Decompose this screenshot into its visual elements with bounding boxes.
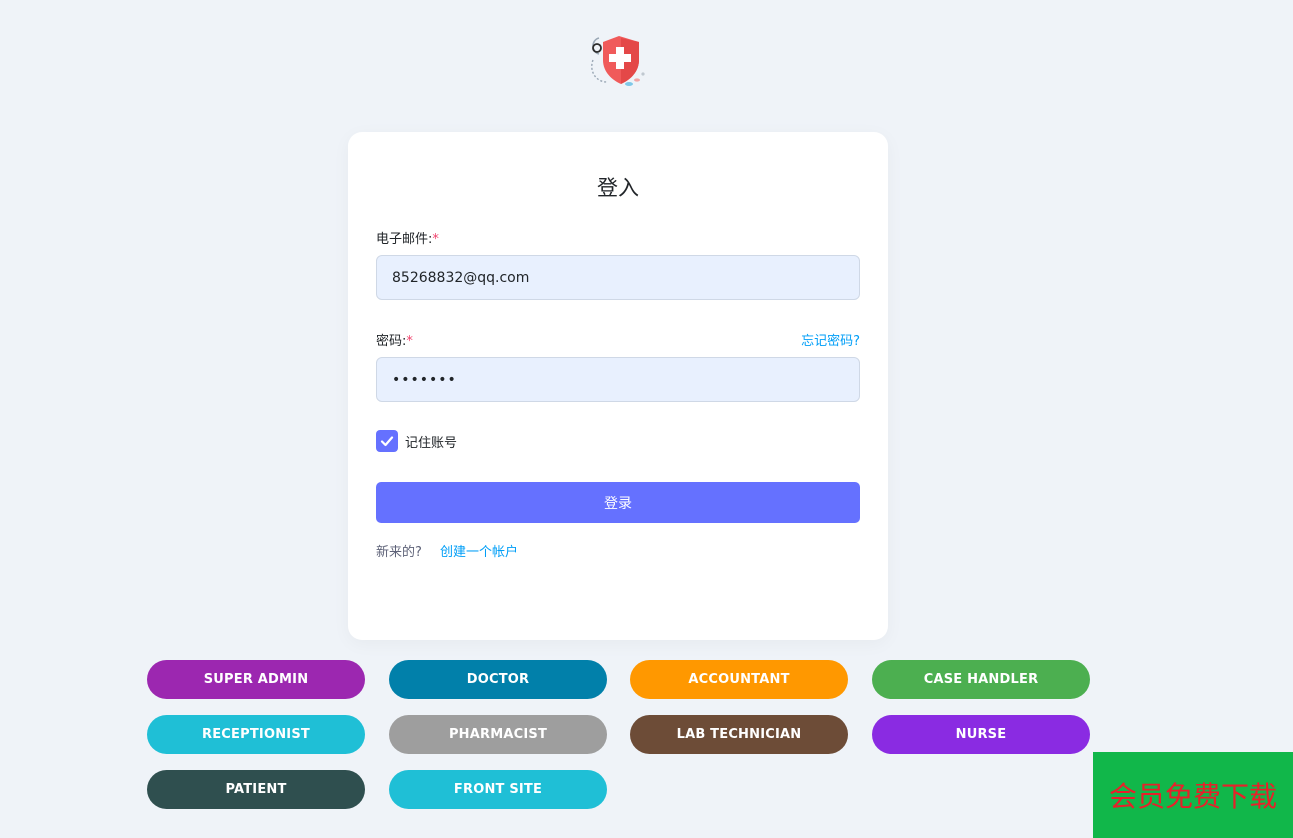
new-user-text: 新来的? <box>376 545 422 560</box>
email-label: 电子邮件:* <box>376 228 439 247</box>
medical-shield-logo <box>585 30 651 92</box>
role-button-nurse[interactable]: NURSE <box>872 715 1090 754</box>
create-account-link[interactable]: 创建一个帐户 <box>440 541 518 560</box>
role-button-front-site[interactable]: FRONT SITE <box>389 770 607 809</box>
download-banner-text: 会员免费下载 <box>1108 780 1277 813</box>
role-button-patient[interactable]: PATIENT <box>147 770 365 809</box>
email-field[interactable] <box>376 255 860 300</box>
email-label-text: 电子邮件: <box>376 232 433 247</box>
password-label: 密码:* <box>376 330 413 349</box>
remember-label: 记住账号 <box>405 436 458 451</box>
download-banner[interactable]: 会员免费下载 <box>1093 752 1293 838</box>
check-icon <box>380 436 394 447</box>
required-mark: * <box>406 334 413 349</box>
page-title: 登入 <box>597 176 639 200</box>
role-button-case-handler[interactable]: CASE HANDLER <box>872 660 1090 699</box>
password-field[interactable] <box>376 357 860 402</box>
required-mark: * <box>432 232 439 247</box>
remember-checkbox[interactable] <box>376 430 398 452</box>
role-button-super-admin[interactable]: SUPER ADMIN <box>147 660 365 699</box>
role-button-lab-technician[interactable]: LAB TECHNICIAN <box>630 715 848 754</box>
role-button-accountant[interactable]: ACCOUNTANT <box>630 660 848 699</box>
login-button[interactable]: 登录 <box>376 482 860 523</box>
password-label-text: 密码: <box>376 334 407 349</box>
role-button-doctor[interactable]: DOCTOR <box>389 660 607 699</box>
role-button-receptionist[interactable]: RECEPTIONIST <box>147 715 365 754</box>
forgot-password-link[interactable]: 忘记密码? <box>801 330 860 349</box>
role-button-pharmacist[interactable]: PHARMACIST <box>389 715 607 754</box>
login-card: 登入 电子邮件:* 密码:* 忘记密码? 记住账号 登录 新来的? 创建一个帐户 <box>348 132 888 640</box>
